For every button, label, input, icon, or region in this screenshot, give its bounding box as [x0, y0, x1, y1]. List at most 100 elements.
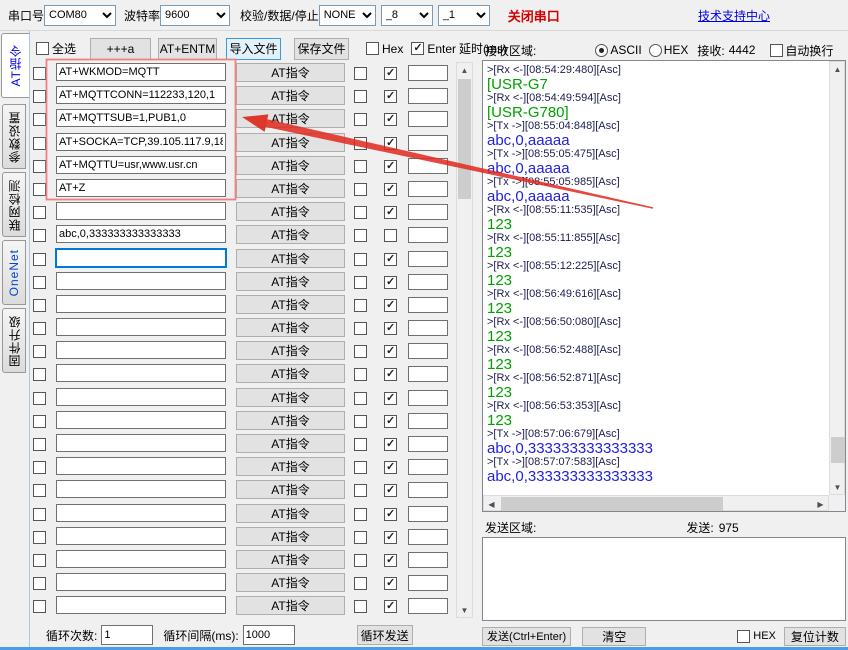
row-select-checkbox[interactable]: [33, 229, 46, 242]
row-delay-input[interactable]: [408, 135, 448, 151]
command-input[interactable]: [56, 202, 226, 220]
scrollbar-thumb[interactable]: [501, 497, 723, 511]
row-hex-checkbox[interactable]: [354, 392, 367, 405]
loop-count-input[interactable]: [101, 625, 153, 645]
scroll-right-icon[interactable]: ▶: [813, 497, 828, 511]
row-hex-checkbox[interactable]: [354, 322, 367, 335]
at-send-button[interactable]: AT指令: [236, 527, 345, 546]
save-file-button[interactable]: 保存文件: [294, 38, 349, 60]
row-enter-checkbox[interactable]: [384, 253, 397, 266]
row-select-checkbox[interactable]: [33, 484, 46, 497]
hex-checkbox[interactable]: [366, 42, 379, 55]
row-hex-checkbox[interactable]: [354, 229, 367, 242]
sidebar-tab-onenet[interactable]: OneNet: [2, 240, 26, 305]
command-input[interactable]: [56, 272, 226, 290]
row-select-checkbox[interactable]: [33, 554, 46, 567]
at-entm-button[interactable]: AT+ENTM: [158, 38, 217, 60]
receive-vertical-scrollbar[interactable]: ▲ ▼: [829, 61, 845, 495]
at-send-button[interactable]: AT指令: [236, 550, 345, 569]
send-textarea[interactable]: [482, 537, 846, 621]
row-enter-checkbox[interactable]: [384, 183, 397, 196]
scroll-up-icon[interactable]: ▲: [830, 62, 845, 76]
reset-count-button[interactable]: 复位计数: [784, 627, 846, 646]
command-input[interactable]: [56, 573, 226, 591]
row-delay-input[interactable]: [408, 529, 448, 545]
row-enter-checkbox[interactable]: [384, 368, 397, 381]
row-select-checkbox[interactable]: [33, 206, 46, 219]
command-input[interactable]: [56, 341, 226, 359]
row-delay-input[interactable]: [408, 459, 448, 475]
row-hex-checkbox[interactable]: [354, 206, 367, 219]
row-enter-checkbox[interactable]: [384, 276, 397, 289]
row-delay-input[interactable]: [408, 111, 448, 127]
command-input[interactable]: [56, 388, 226, 406]
row-select-checkbox[interactable]: [33, 276, 46, 289]
row-select-checkbox[interactable]: [33, 368, 46, 381]
clear-button[interactable]: 清空: [582, 627, 646, 646]
row-enter-checkbox[interactable]: [384, 392, 397, 405]
at-send-button[interactable]: AT指令: [236, 109, 345, 128]
row-select-checkbox[interactable]: [33, 531, 46, 544]
at-send-button[interactable]: AT指令: [236, 596, 345, 615]
scroll-left-icon[interactable]: ◀: [484, 497, 499, 511]
row-hex-checkbox[interactable]: [354, 531, 367, 544]
auto-wrap-checkbox[interactable]: [770, 44, 783, 57]
sidebar-tab-net-test[interactable]: 联网检测: [2, 172, 26, 237]
row-select-checkbox[interactable]: [33, 600, 46, 613]
support-center-link[interactable]: 技术支持中心: [698, 7, 770, 24]
row-hex-checkbox[interactable]: [354, 137, 367, 150]
at-send-button[interactable]: AT指令: [236, 364, 345, 383]
at-send-button[interactable]: AT指令: [236, 202, 345, 221]
command-input[interactable]: [56, 63, 226, 81]
row-delay-input[interactable]: [408, 506, 448, 522]
row-hex-checkbox[interactable]: [354, 415, 367, 428]
plus-a-button[interactable]: +++a: [90, 38, 151, 60]
row-enter-checkbox[interactable]: [384, 206, 397, 219]
row-select-checkbox[interactable]: [33, 67, 46, 80]
at-send-button[interactable]: AT指令: [236, 434, 345, 453]
row-hex-checkbox[interactable]: [354, 368, 367, 381]
row-hex-checkbox[interactable]: [354, 183, 367, 196]
loop-interval-input[interactable]: [243, 625, 295, 645]
row-delay-input[interactable]: [408, 227, 448, 243]
row-delay-input[interactable]: [408, 251, 448, 267]
row-enter-checkbox[interactable]: [384, 137, 397, 150]
row-delay-input[interactable]: [408, 482, 448, 498]
send-button[interactable]: 发送(Ctrl+Enter): [482, 627, 571, 646]
command-input[interactable]: [56, 596, 226, 614]
row-delay-input[interactable]: [408, 65, 448, 81]
scroll-up-icon[interactable]: ▲: [457, 63, 472, 77]
row-hex-checkbox[interactable]: [354, 113, 367, 126]
row-delay-input[interactable]: [408, 297, 448, 313]
scroll-down-icon[interactable]: ▼: [830, 480, 845, 494]
row-enter-checkbox[interactable]: [384, 577, 397, 590]
databits-select[interactable]: _8: [381, 5, 433, 26]
row-enter-checkbox[interactable]: [384, 508, 397, 521]
sidebar-tab-at-cmd[interactable]: AT指令: [1, 33, 29, 98]
row-delay-input[interactable]: [408, 320, 448, 336]
row-select-checkbox[interactable]: [33, 113, 46, 126]
row-delay-input[interactable]: [408, 436, 448, 452]
row-enter-checkbox[interactable]: [384, 461, 397, 474]
at-send-button[interactable]: AT指令: [236, 341, 345, 360]
row-select-checkbox[interactable]: [33, 577, 46, 590]
row-hex-checkbox[interactable]: [354, 299, 367, 312]
row-enter-checkbox[interactable]: [384, 600, 397, 613]
row-hex-checkbox[interactable]: [354, 276, 367, 289]
row-hex-checkbox[interactable]: [354, 484, 367, 497]
row-delay-input[interactable]: [408, 88, 448, 104]
port-select[interactable]: COM80: [44, 5, 116, 26]
row-enter-checkbox[interactable]: [384, 438, 397, 451]
row-hex-checkbox[interactable]: [354, 438, 367, 451]
row-select-checkbox[interactable]: [33, 299, 46, 312]
row-select-checkbox[interactable]: [33, 508, 46, 521]
command-input[interactable]: [56, 249, 226, 267]
row-enter-checkbox[interactable]: [384, 229, 397, 242]
row-delay-input[interactable]: [408, 274, 448, 290]
row-enter-checkbox[interactable]: [384, 415, 397, 428]
at-send-button[interactable]: AT指令: [236, 388, 345, 407]
command-input[interactable]: [56, 527, 226, 545]
row-enter-checkbox[interactable]: [384, 160, 397, 173]
row-delay-input[interactable]: [408, 158, 448, 174]
at-send-button[interactable]: AT指令: [236, 86, 345, 105]
